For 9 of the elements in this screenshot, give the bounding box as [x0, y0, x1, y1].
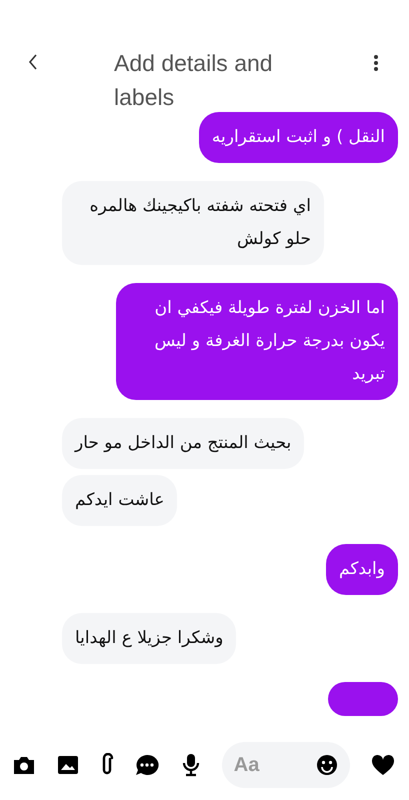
sent-message: اما الخزن لفترة طويلة فيكفي ان يكون بدرجة حرارة الغرفة و ليس تبريد [116, 283, 398, 400]
chat-title: Add details and labels [114, 49, 274, 112]
received-message: اي فتحته شفته باكيجينك هالمره حلو كولش [62, 181, 324, 265]
sent-message: وابدكم [326, 544, 398, 595]
received-message: وشكرا جزيلا ع الهدايا [62, 613, 236, 664]
sent-message: النقل ) و اثبت استقراريه [198, 112, 398, 163]
received-message: عاشت ايدكم [62, 475, 178, 526]
received-message: بحيث المنتج من الداخل مو حار [62, 418, 304, 469]
message-input[interactable]: Aa [222, 742, 350, 788]
